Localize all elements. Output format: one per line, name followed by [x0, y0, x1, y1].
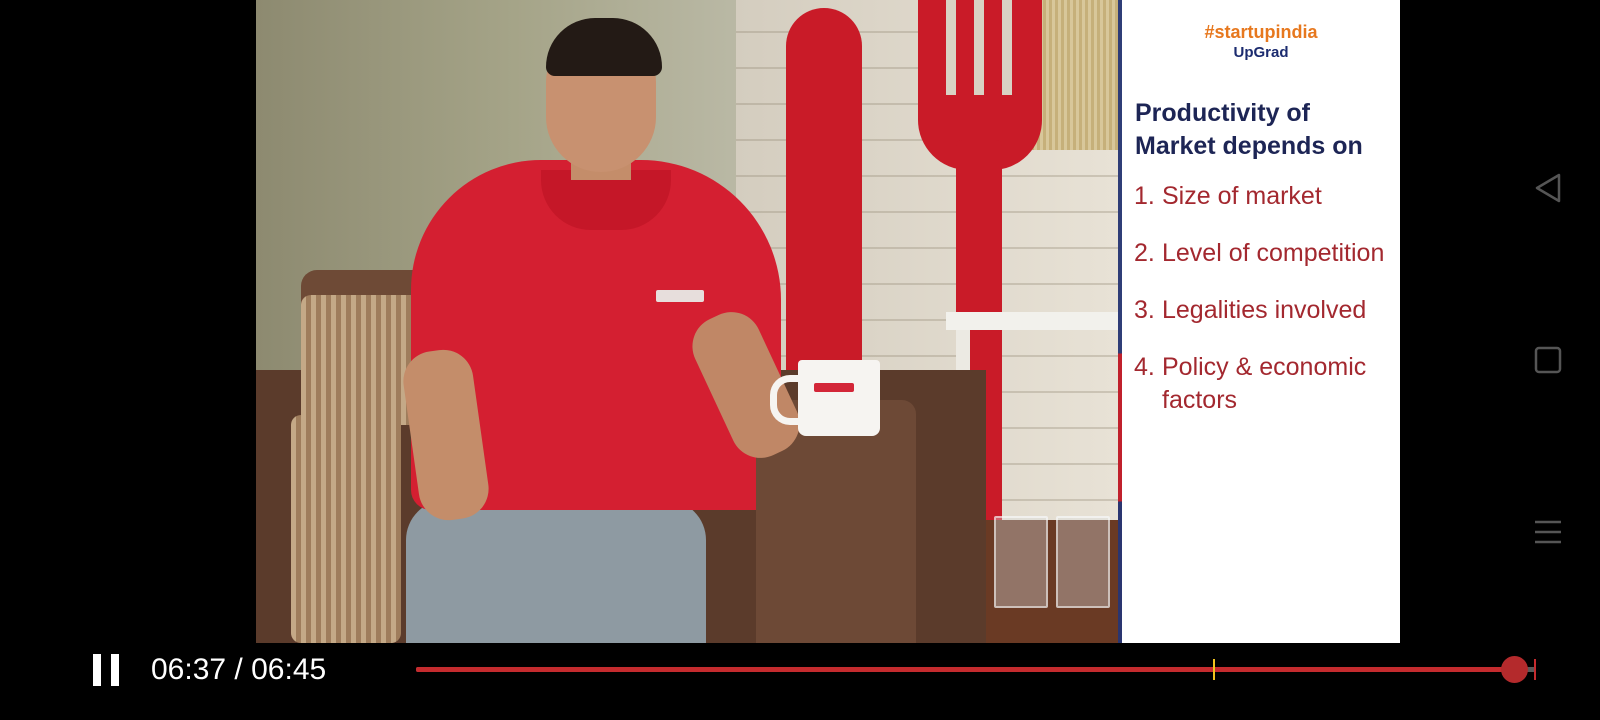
item-text: Size of market	[1162, 182, 1322, 210]
item-text: Policy & economic factors	[1162, 353, 1367, 414]
video-frame[interactable]: #startupindia UpGrad Productivity of Mar…	[256, 0, 1400, 643]
chapter-marker	[1213, 659, 1216, 680]
recents-menu-icon[interactable]	[1530, 514, 1566, 550]
current-time: 06:37	[151, 653, 227, 686]
shirt-logo	[656, 290, 704, 302]
back-triangle-icon[interactable]	[1530, 170, 1566, 206]
slide-panel: #startupindia UpGrad Productivity of Mar…	[1122, 0, 1400, 643]
item-number: 3.	[1134, 296, 1155, 324]
fork-gap	[1002, 0, 1012, 95]
seek-end-marker	[1534, 659, 1536, 680]
seek-thumb[interactable]	[1500, 656, 1528, 683]
slide-title: Productivity of Market depends on	[1135, 99, 1363, 160]
slide-list-item: 4. Policy & economic factors	[1134, 351, 1396, 417]
home-square-icon[interactable]	[1530, 342, 1566, 378]
time-display: 06:37 / 06:45	[151, 652, 326, 688]
person-jeans	[406, 500, 706, 643]
brand-name: UpGrad	[1233, 44, 1289, 61]
video-scene	[256, 0, 1118, 643]
item-text: Level of competition	[1162, 239, 1385, 267]
item-number: 2.	[1134, 239, 1155, 267]
seek-progress	[416, 667, 1514, 672]
water-glass	[1056, 516, 1110, 608]
person-hair	[546, 18, 662, 76]
striped-pillow	[291, 415, 401, 643]
desk-top	[946, 312, 1118, 330]
mug-logo	[814, 383, 854, 392]
item-number: 1.	[1134, 182, 1155, 210]
water-glass	[994, 516, 1048, 608]
brand-hashtag: #startupindia	[1204, 22, 1318, 42]
fork-gap	[946, 0, 956, 95]
time-separator: /	[234, 653, 243, 686]
item-text: Legalities involved	[1162, 296, 1367, 324]
slide-list-item: 3. Legalities involved	[1134, 294, 1396, 327]
striped-pillow	[301, 295, 421, 425]
seek-bar[interactable]	[416, 656, 1536, 683]
slide-list-item: 1. Size of market	[1134, 180, 1396, 213]
duration: 06:45	[251, 653, 327, 686]
pause-button[interactable]	[88, 650, 124, 690]
slide-list: 1. Size of market 2. Level of competition …	[1134, 180, 1396, 441]
coffee-mug	[798, 360, 880, 436]
slide-list-item: 2. Level of competition	[1134, 237, 1396, 270]
item-number: 4.	[1134, 353, 1155, 381]
fork-gap	[974, 0, 984, 95]
